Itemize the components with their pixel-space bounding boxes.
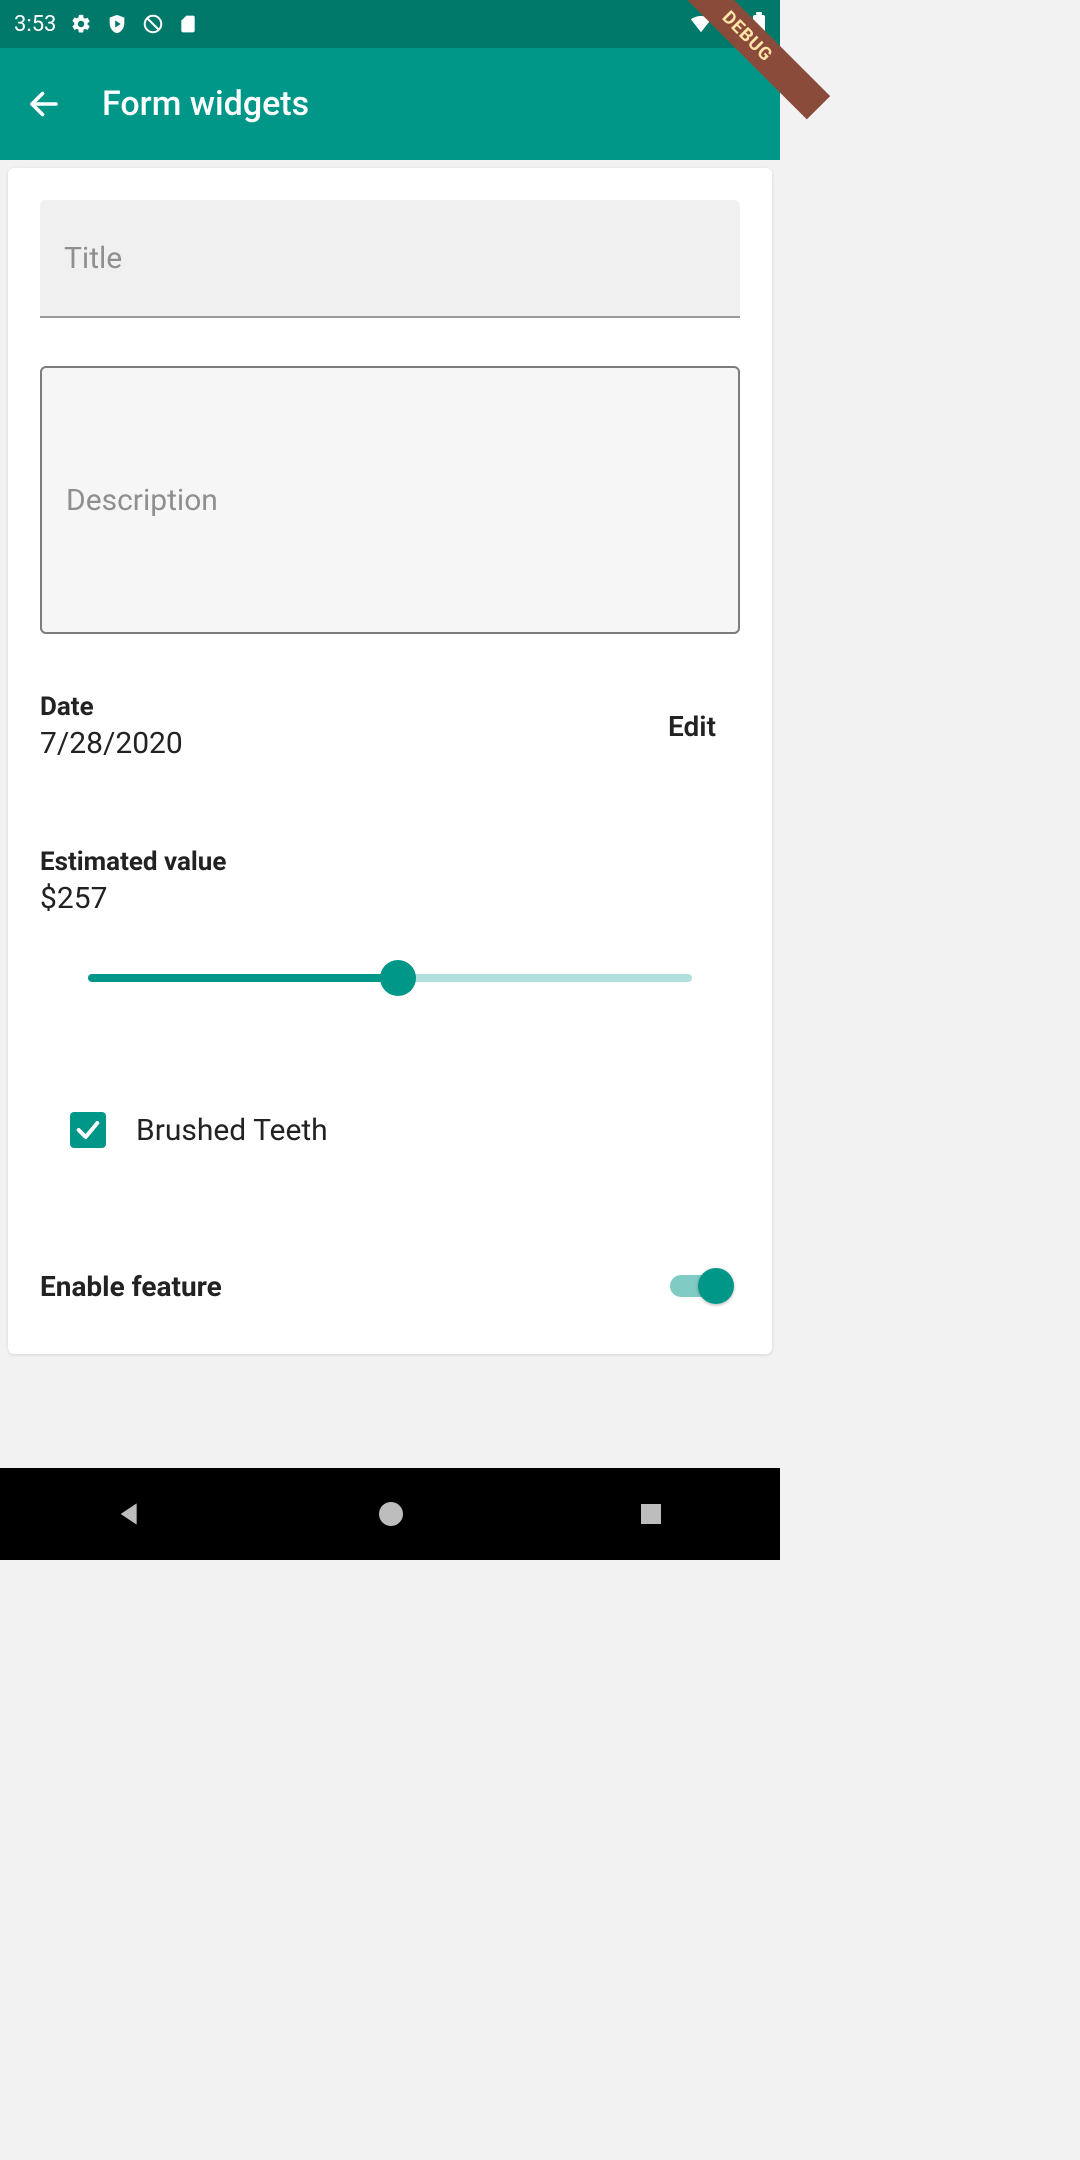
enable-feature-switch[interactable]: [670, 1266, 732, 1306]
enable-feature-label: Enable feature: [40, 1270, 222, 1303]
content-area: Title Description Date 7/28/2020 Edit Es…: [0, 160, 780, 1468]
gear-icon: [70, 13, 92, 35]
switch-thumb: [698, 1268, 734, 1304]
nav-back-button[interactable]: [114, 1498, 146, 1530]
brushed-teeth-label: Brushed Teeth: [136, 1113, 328, 1148]
shield-play-icon: [106, 13, 128, 35]
circle-icon: [375, 1498, 407, 1530]
value-slider[interactable]: [88, 960, 692, 996]
no-sync-icon: [142, 13, 164, 35]
arrow-left-icon: [26, 86, 62, 122]
date-row: Date 7/28/2020 Edit: [40, 692, 740, 761]
estimated-value: $257: [40, 881, 740, 916]
slider-thumb[interactable]: [380, 960, 416, 996]
description-placeholder: Description: [66, 483, 218, 518]
status-time: 3:53: [14, 12, 56, 37]
slider-track-active: [88, 974, 398, 982]
title-field[interactable]: Title: [40, 200, 740, 318]
nav-recent-button[interactable]: [636, 1499, 666, 1529]
form-card: Title Description Date 7/28/2020 Edit Es…: [8, 168, 772, 1354]
brushed-teeth-checkbox[interactable]: [70, 1112, 106, 1148]
square-icon: [636, 1499, 666, 1529]
enable-feature-row: Enable feature: [40, 1266, 740, 1306]
system-nav-bar: [0, 1468, 780, 1560]
estimated-label: Estimated value: [40, 847, 740, 877]
app-bar: Form widgets DEBUG: [0, 48, 780, 160]
title-placeholder: Title: [64, 241, 122, 276]
date-label: Date: [40, 692, 183, 722]
back-button[interactable]: [20, 80, 68, 128]
triangle-left-icon: [114, 1498, 146, 1530]
brushed-teeth-row[interactable]: Brushed Teeth: [40, 1112, 740, 1148]
edit-date-button[interactable]: Edit: [668, 710, 740, 743]
estimated-block: Estimated value $257: [40, 847, 740, 996]
page-title: Form widgets: [102, 84, 309, 124]
date-value: 7/28/2020: [40, 726, 183, 761]
check-icon: [74, 1116, 102, 1144]
nav-home-button[interactable]: [375, 1498, 407, 1530]
status-bar: 3:53: [0, 0, 780, 48]
description-field[interactable]: Description: [40, 366, 740, 634]
sd-card-icon: [178, 13, 198, 35]
